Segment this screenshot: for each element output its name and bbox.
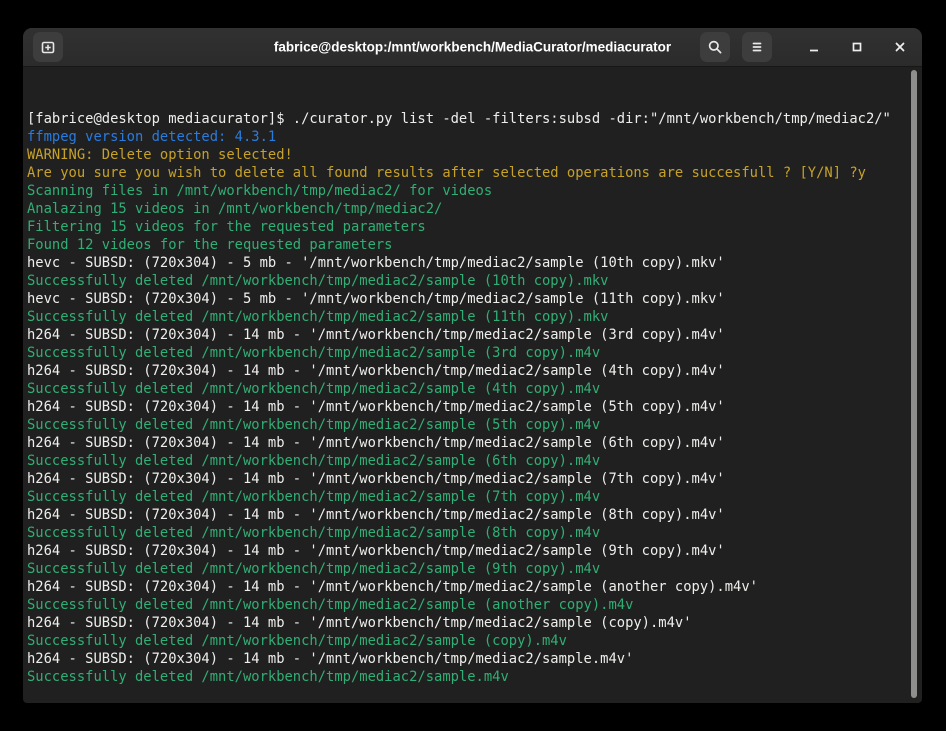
maximize-icon [849,39,865,55]
terminal-line: ffmpeg version detected: 4.3.1 [27,128,908,146]
terminal-window: fabrice@desktop:/mnt/workbench/MediaCura… [23,28,922,703]
titlebar-controls [700,32,912,62]
terminal-line: Successfully deleted /mnt/workbench/tmp/… [27,596,908,614]
terminal-line: Successfully deleted /mnt/workbench/tmp/… [27,632,908,650]
terminal-line: h264 - SUBSD: (720x304) - 14 mb - '/mnt/… [27,470,908,488]
terminal-line: Successfully deleted /mnt/workbench/tmp/… [27,272,908,290]
terminal-line: h264 - SUBSD: (720x304) - 14 mb - '/mnt/… [27,398,908,416]
scrollbar-track[interactable] [909,68,920,702]
minimize-button[interactable] [802,35,826,59]
terminal-line: Successfully deleted /mnt/workbench/tmp/… [27,344,908,362]
search-icon [707,39,723,55]
terminal-line: h264 - SUBSD: (720x304) - 14 mb - '/mnt/… [27,614,908,632]
terminal-line: Successfully deleted /mnt/workbench/tmp/… [27,668,908,686]
terminal-line: h264 - SUBSD: (720x304) - 14 mb - '/mnt/… [27,506,908,524]
terminal-line: h264 - SUBSD: (720x304) - 14 mb - '/mnt/… [27,434,908,452]
terminal-line: h264 - SUBSD: (720x304) - 14 mb - '/mnt/… [27,326,908,344]
terminal-line: hevc - SUBSD: (720x304) - 5 mb - '/mnt/w… [27,254,908,272]
terminal-line: Are you sure you wish to delete all foun… [27,164,908,182]
maximize-button[interactable] [845,35,869,59]
terminal-line: Found 12 videos for the requested parame… [27,236,908,254]
terminal-line: Successfully deleted /mnt/workbench/tmp/… [27,416,908,434]
terminal-line: Analazing 15 videos in /mnt/workbench/tm… [27,200,908,218]
close-button[interactable] [888,35,912,59]
terminal-line: WARNING: Delete option selected! [27,146,908,164]
terminal-line: h264 - SUBSD: (720x304) - 14 mb - '/mnt/… [27,650,908,668]
minimize-icon [806,39,822,55]
terminal-screen[interactable]: [fabrice@desktop mediacurator]$ ./curato… [23,67,922,703]
window-title: fabrice@desktop:/mnt/workbench/MediaCura… [274,40,671,55]
scrollbar-thumb[interactable] [911,70,917,698]
terminal-line: Scanning files in /mnt/workbench/tmp/med… [27,182,908,200]
terminal-output: [fabrice@desktop mediacurator]$ ./curato… [27,110,908,686]
terminal-line: h264 - SUBSD: (720x304) - 14 mb - '/mnt/… [27,362,908,380]
terminal-line: hevc - SUBSD: (720x304) - 5 mb - '/mnt/w… [27,290,908,308]
terminal-line: Successfully deleted /mnt/workbench/tmp/… [27,380,908,398]
terminal-line: Successfully deleted /mnt/workbench/tmp/… [27,524,908,542]
menu-button[interactable] [742,32,772,62]
terminal-line: h264 - SUBSD: (720x304) - 14 mb - '/mnt/… [27,542,908,560]
terminal-line: Successfully deleted /mnt/workbench/tmp/… [27,452,908,470]
hamburger-menu-icon [749,39,765,55]
terminal-line: [fabrice@desktop mediacurator]$ ./curato… [27,110,908,128]
terminal-line: Filtering 15 videos for the requested pa… [27,218,908,236]
terminal-line: Successfully deleted /mnt/workbench/tmp/… [27,488,908,506]
close-icon [892,39,908,55]
search-button[interactable] [700,32,730,62]
terminal-line: Successfully deleted /mnt/workbench/tmp/… [27,308,908,326]
new-tab-button[interactable] [33,32,63,62]
terminal-line: Successfully deleted /mnt/workbench/tmp/… [27,560,908,578]
titlebar[interactable]: fabrice@desktop:/mnt/workbench/MediaCura… [23,28,922,67]
terminal-line: h264 - SUBSD: (720x304) - 14 mb - '/mnt/… [27,578,908,596]
new-tab-icon [40,39,56,55]
